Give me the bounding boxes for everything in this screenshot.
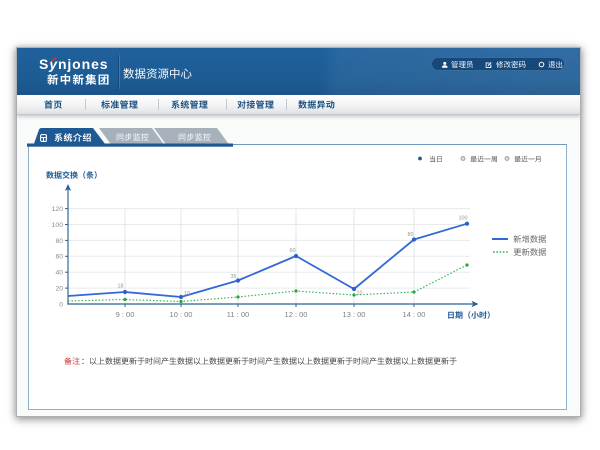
svg-text:20: 20 <box>55 286 63 293</box>
svg-text:120: 120 <box>52 206 64 213</box>
svg-text:10 : 00: 10 : 00 <box>170 310 193 319</box>
svg-text:35: 35 <box>231 274 237 280</box>
svg-text:9 : 00: 9 : 00 <box>116 310 135 319</box>
svg-text:13 : 00: 13 : 00 <box>343 310 366 319</box>
svg-text:100: 100 <box>459 216 468 222</box>
svg-text:0: 0 <box>59 301 63 308</box>
svg-text:60: 60 <box>55 254 63 261</box>
svg-text:80: 80 <box>55 238 63 245</box>
svg-text:14 : 00: 14 : 00 <box>403 310 426 319</box>
svg-text:10: 10 <box>184 291 190 297</box>
svg-text:12 : 00: 12 : 00 <box>285 310 308 319</box>
svg-text:80: 80 <box>408 232 414 238</box>
svg-text:10: 10 <box>357 291 363 297</box>
svg-text:18: 18 <box>118 284 124 290</box>
svg-text:60: 60 <box>290 248 296 254</box>
svg-text:40: 40 <box>55 270 63 277</box>
svg-text:100: 100 <box>52 222 64 229</box>
svg-text:11 : 00: 11 : 00 <box>227 310 249 319</box>
